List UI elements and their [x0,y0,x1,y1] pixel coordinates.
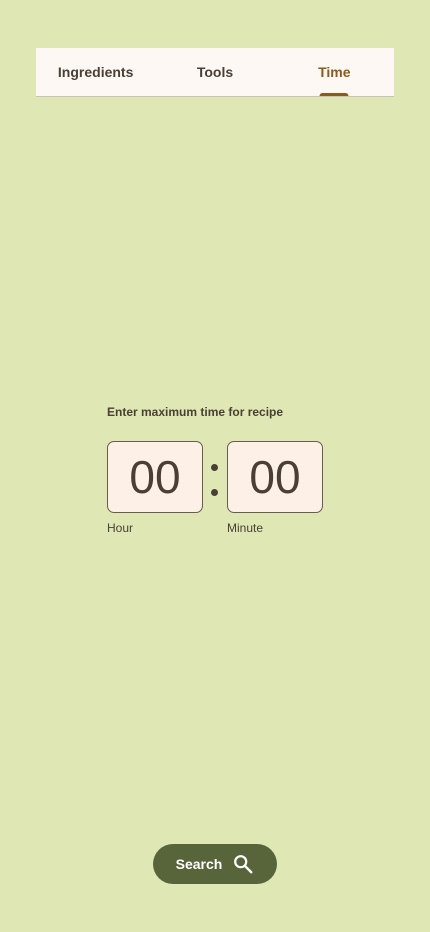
active-tab-indicator [319,93,349,96]
hour-label: Hour [107,521,134,535]
tab-bar: Ingredients Tools Time [36,48,394,97]
time-separator [210,457,220,501]
tab-time[interactable]: Time [275,48,394,96]
tab-ingredients[interactable]: Ingredients [36,48,155,96]
search-button-label: Search [175,856,223,872]
tab-tools[interactable]: Tools [155,48,274,96]
minute-label: Minute [227,521,264,535]
search-button[interactable]: Search [153,844,277,884]
minute-input[interactable]: 00 [227,441,323,513]
tab-tools-label: Tools [196,64,234,80]
separator-dot-bottom [211,489,218,496]
tab-ingredients-label: Ingredients [57,64,134,80]
separator-dot-top [211,464,218,471]
time-prompt-label: Enter maximum time for recipe [107,405,284,419]
tab-time-label: Time [318,64,351,80]
hour-input[interactable]: 00 [107,441,203,513]
search-icon [232,853,254,875]
